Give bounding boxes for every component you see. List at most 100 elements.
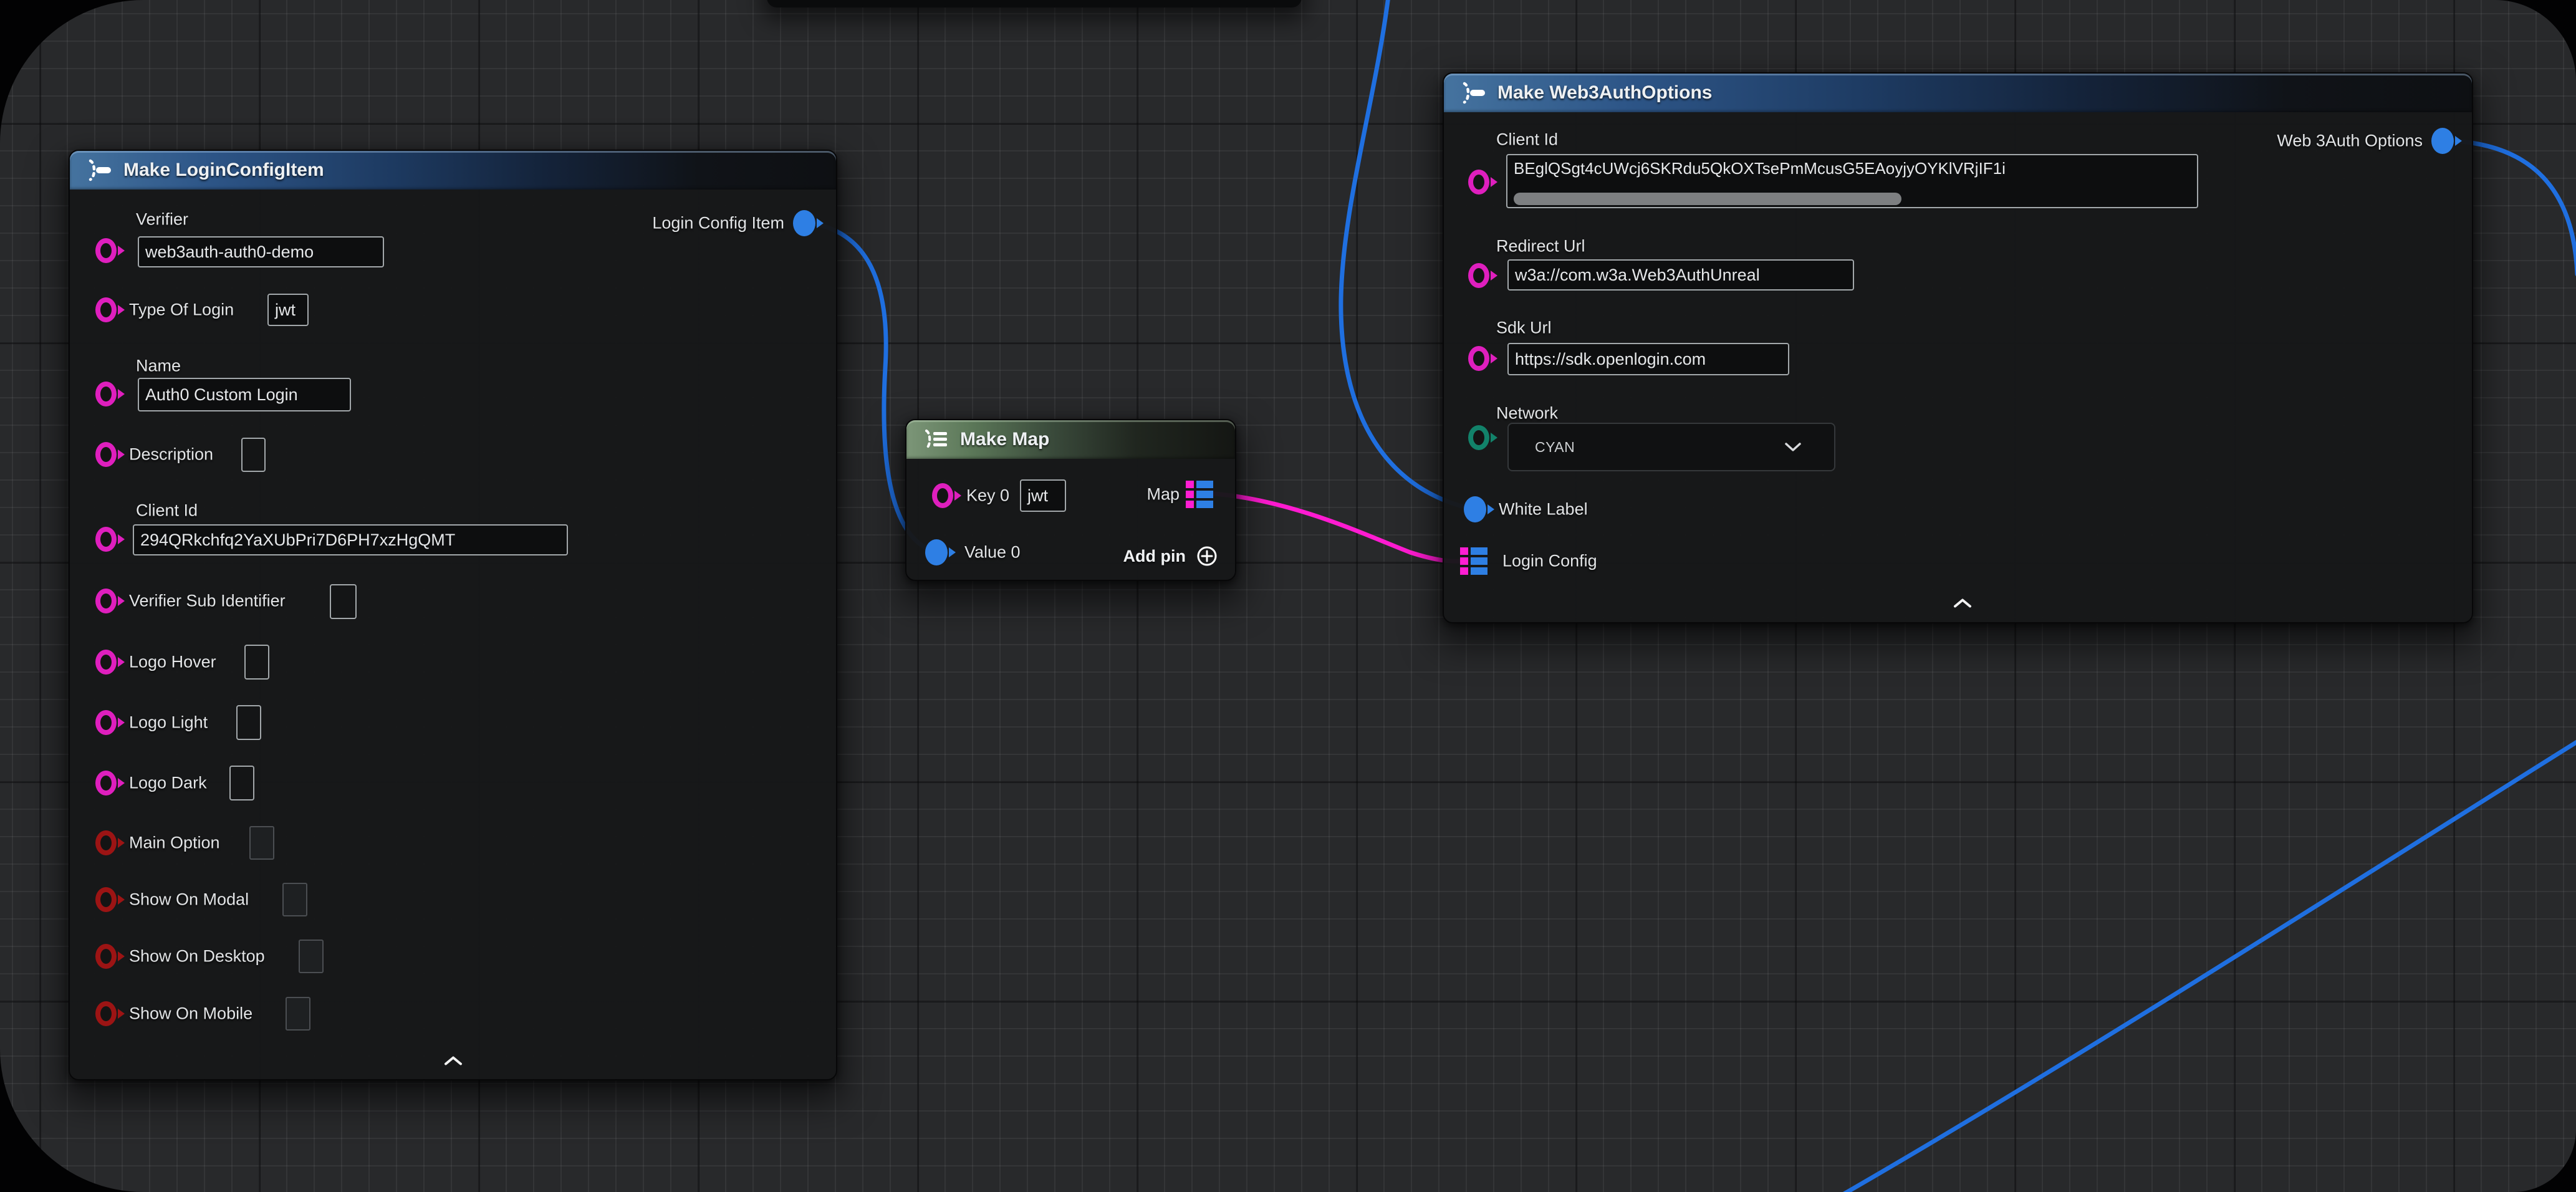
pin-logo-dark[interactable] bbox=[95, 771, 117, 795]
pin-show-on-mobile[interactable] bbox=[95, 1001, 117, 1026]
pin-arrow bbox=[1491, 271, 1497, 281]
field-logo-hover[interactable] bbox=[244, 645, 269, 680]
pin-arrow bbox=[118, 305, 125, 315]
field-description[interactable] bbox=[241, 438, 266, 472]
node-make-loginconfigitem[interactable]: Make LoginConfigItem Verifier web3auth-aut… bbox=[69, 150, 837, 1080]
pin-logo-hover[interactable] bbox=[95, 650, 117, 675]
pin-label-white-label: White Label bbox=[1499, 500, 1588, 519]
chevron-up-icon bbox=[1953, 598, 1972, 608]
graph-canvas[interactable]: Make LoginConfigItem Verifier web3auth-aut… bbox=[0, 0, 2576, 1192]
node-make-map[interactable]: Make MapKey 0jwtValue 0MapAdd pin bbox=[905, 419, 1236, 581]
dropdown-value: CYAN bbox=[1535, 439, 1575, 456]
pin-label-verifier: Verifier bbox=[136, 210, 188, 229]
pin-arrow bbox=[118, 951, 125, 961]
field-name[interactable]: Auth0 Custom Login bbox=[138, 378, 351, 411]
node-header[interactable]: Make LoginConfigItem bbox=[70, 151, 836, 190]
field-client-id[interactable]: BEglQSgt4cUWcj6SKRdu5QkOXTsePmMcusG5EAoy… bbox=[1506, 154, 2198, 208]
pin-label-login-config: Login Config bbox=[1502, 552, 1597, 571]
map-pin-value-cell bbox=[1196, 491, 1213, 498]
checkbox-show-on-modal[interactable] bbox=[282, 883, 307, 916]
pin-label-main-option: Main Option bbox=[129, 834, 220, 853]
pin-body bbox=[95, 382, 117, 406]
pin-label-verifier-sub-identifier: Verifier Sub Identifier bbox=[129, 592, 286, 611]
pin-client-id[interactable] bbox=[95, 527, 117, 552]
field-key-0[interactable]: jwt bbox=[1020, 479, 1066, 512]
pin-verifier[interactable] bbox=[95, 238, 117, 263]
collapse-button[interactable] bbox=[444, 1056, 463, 1069]
pin-label-type-of-login: Type Of Login bbox=[129, 300, 234, 320]
pin-sdk-url[interactable] bbox=[1468, 346, 1489, 371]
pin-verifier-sub-identifier[interactable] bbox=[95, 589, 117, 613]
pin-login-config-item[interactable] bbox=[793, 210, 815, 236]
pin-arrow bbox=[118, 838, 125, 848]
pin-body bbox=[95, 944, 117, 969]
offscreen-node-shadow bbox=[767, 0, 1302, 7]
pin-login-config[interactable] bbox=[1460, 547, 1487, 575]
field-type-of-login[interactable]: jwt bbox=[267, 294, 309, 326]
make-map-icon bbox=[923, 427, 951, 452]
pin-redirect-url[interactable] bbox=[1468, 263, 1489, 288]
collapse-button[interactable] bbox=[1953, 598, 1972, 612]
pin-map[interactable] bbox=[1186, 481, 1213, 508]
add-pin-label: Add pin bbox=[1123, 547, 1186, 566]
pin-label-client-id: Client Id bbox=[136, 501, 198, 521]
pin-body bbox=[95, 589, 117, 613]
pin-label-web-3auth-options: Web 3Auth Options bbox=[2277, 132, 2423, 151]
field-text: BEglQSgt4cUWcj6SKRdu5QkOXTsePmMcusG5EAoy… bbox=[1514, 159, 2193, 178]
pin-arrow bbox=[118, 534, 125, 544]
map-pin-value-cell bbox=[1196, 481, 1213, 488]
pin-key-0[interactable] bbox=[932, 483, 953, 508]
map-pin-icon bbox=[1460, 547, 1487, 575]
pin-body bbox=[95, 238, 117, 263]
pin-arrow bbox=[118, 778, 125, 788]
pin-arrow bbox=[949, 547, 956, 557]
checkbox-show-on-desktop[interactable] bbox=[299, 940, 324, 973]
pin-client-id[interactable] bbox=[1468, 170, 1489, 195]
node-title: Make Map bbox=[960, 429, 1049, 450]
map-pin-key-cell bbox=[1460, 567, 1468, 575]
pin-web-3auth-options[interactable] bbox=[2431, 128, 2454, 154]
pin-network[interactable] bbox=[1468, 425, 1489, 450]
node-title: Make LoginConfigItem bbox=[123, 160, 324, 181]
wire-offscreen-diagonal[interactable] bbox=[1843, 739, 2576, 1192]
field-verifier-sub-identifier[interactable] bbox=[330, 584, 357, 619]
pin-label-name: Name bbox=[136, 357, 181, 376]
pin-show-on-modal[interactable] bbox=[95, 887, 117, 912]
field-redirect-url[interactable]: w3a://com.w3a.Web3AuthUnreal bbox=[1507, 259, 1854, 291]
pin-body bbox=[95, 442, 117, 467]
pin-label-sdk-url: Sdk Url bbox=[1496, 319, 1552, 338]
pin-body bbox=[1468, 425, 1489, 450]
node-header[interactable]: Make Web3AuthOptions bbox=[1444, 74, 2472, 112]
field-logo-light[interactable] bbox=[236, 705, 261, 740]
field-verifier[interactable]: web3auth-auth0-demo bbox=[138, 236, 384, 267]
add-pin-button[interactable]: Add pin bbox=[1123, 545, 1218, 567]
pin-description[interactable] bbox=[95, 442, 117, 467]
pin-body bbox=[793, 210, 815, 236]
pin-label-key-0: Key 0 bbox=[966, 486, 1009, 506]
pin-name[interactable] bbox=[95, 382, 117, 406]
pin-label-redirect-url: Redirect Url bbox=[1496, 237, 1585, 256]
pin-arrow bbox=[118, 895, 125, 905]
pin-white-label[interactable] bbox=[1464, 496, 1486, 522]
horizontal-scrollbar[interactable] bbox=[1514, 193, 1901, 205]
field-client-id[interactable]: 294QRkchfq2YaXUbPri7D6PH7xzHgQMT bbox=[133, 524, 568, 555]
pin-show-on-desktop[interactable] bbox=[95, 944, 117, 969]
pin-value-0[interactable] bbox=[925, 539, 948, 565]
checkbox-main-option[interactable] bbox=[249, 826, 274, 860]
pin-main-option[interactable] bbox=[95, 830, 117, 855]
pin-arrow bbox=[118, 1009, 125, 1019]
pin-body bbox=[1468, 170, 1489, 195]
field-sdk-url[interactable]: https://sdk.openlogin.com bbox=[1507, 343, 1789, 375]
pin-type-of-login[interactable] bbox=[95, 297, 117, 322]
node-header[interactable]: Make Map bbox=[906, 420, 1235, 459]
pin-arrow bbox=[2455, 136, 2462, 146]
node-make-web3authoptions[interactable]: Make Web3AuthOptions Client Id BEglQSgt4cU… bbox=[1443, 72, 2473, 623]
dropdown-network[interactable]: CYAN bbox=[1507, 423, 1835, 471]
field-logo-dark[interactable] bbox=[229, 766, 254, 800]
pin-label-login-config-item: Login Config Item bbox=[652, 214, 784, 233]
pin-label-client-id: Client Id bbox=[1496, 130, 1558, 150]
wire-map-to-loginconfig[interactable] bbox=[1214, 494, 1473, 561]
checkbox-show-on-mobile[interactable] bbox=[286, 997, 310, 1031]
pin-logo-light[interactable] bbox=[95, 710, 117, 735]
pin-body bbox=[1468, 263, 1489, 288]
